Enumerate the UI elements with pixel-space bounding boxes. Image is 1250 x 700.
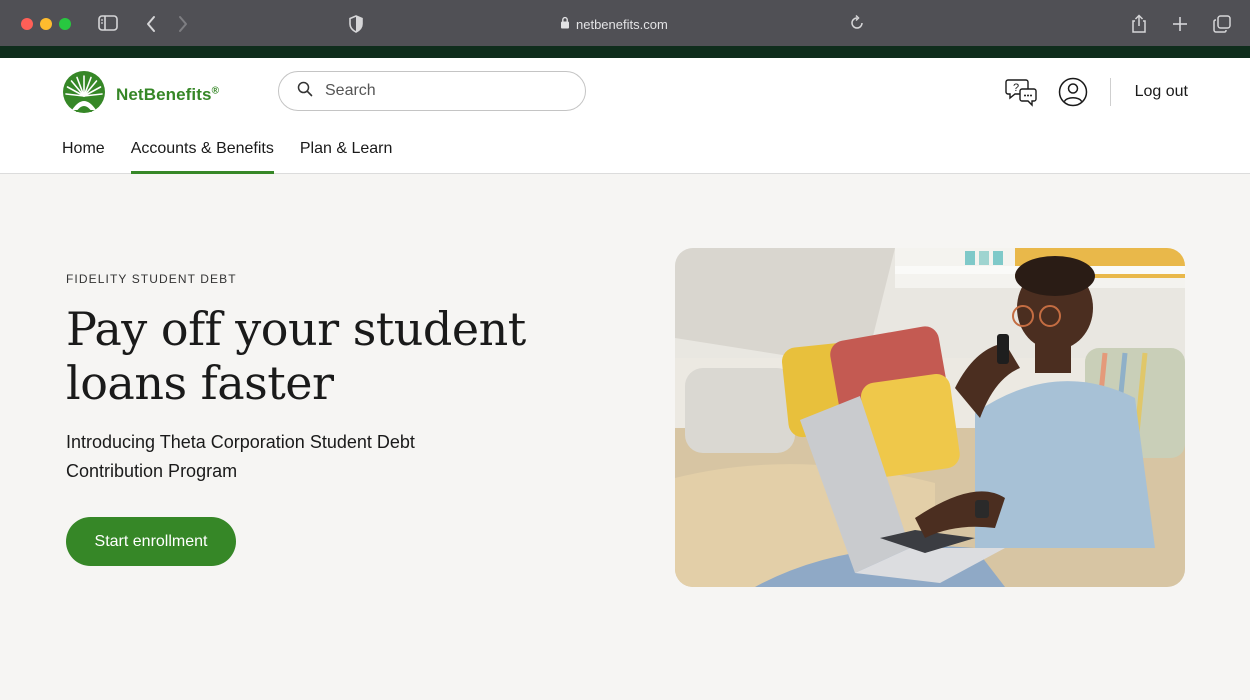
logo-wordmark: NetBenefits® [116, 84, 220, 104]
back-icon[interactable] [145, 14, 157, 34]
brand-strip [0, 46, 1250, 58]
main-nav: Home Accounts & Benefits Plan & Learn [62, 140, 392, 174]
new-tab-icon[interactable] [1172, 14, 1188, 34]
fidelity-logo-icon [62, 70, 106, 119]
sidebar-icon[interactable] [98, 14, 118, 32]
lock-icon [560, 16, 570, 32]
hero-subtext: Introducing Theta Corporation Student De… [66, 428, 466, 486]
browser-window: netbenefits.com NetBenefits® Search ? Lo… [0, 0, 1250, 700]
header-actions: ? Log out [1004, 74, 1188, 110]
close-window-button[interactable] [21, 18, 33, 30]
url-text: netbenefits.com [576, 16, 668, 32]
search-box[interactable] [278, 71, 586, 111]
address-bar[interactable]: netbenefits.com [560, 14, 668, 34]
share-icon[interactable] [1130, 14, 1148, 34]
tabs-icon[interactable] [1212, 14, 1232, 34]
search-icon [297, 81, 313, 102]
nav-plan-learn[interactable]: Plan & Learn [300, 140, 393, 174]
headline-line-1: Pay off your student [66, 302, 526, 356]
svg-text:?: ? [1013, 82, 1019, 94]
headline-line-2: loans faster [66, 356, 334, 410]
site-header: NetBenefits® ? Log out [0, 58, 1250, 174]
hero-eyebrow: FIDELITY STUDENT DEBT [66, 272, 237, 286]
nav-accounts-benefits[interactable]: Accounts & Benefits [130, 140, 275, 174]
forward-icon[interactable] [177, 14, 189, 34]
header-divider [1109, 78, 1111, 106]
profile-icon[interactable] [1056, 75, 1090, 109]
minimize-window-button[interactable] [40, 18, 52, 30]
search-input[interactable] [325, 82, 555, 100]
shield-icon[interactable] [348, 14, 364, 34]
nav-home[interactable]: Home [62, 140, 105, 174]
netbenefits-logo[interactable]: NetBenefits® [62, 70, 219, 119]
hero-photo [675, 248, 1185, 587]
subtext-line-2: Contribution Program [66, 461, 238, 481]
hero-headline: Pay off your student loans faster [66, 302, 586, 410]
logout-link[interactable]: Log out [1135, 83, 1188, 101]
zoom-window-button[interactable] [59, 18, 71, 30]
reload-icon[interactable] [849, 14, 865, 32]
chat-help-icon[interactable]: ? [1004, 75, 1038, 109]
browser-toolbar: netbenefits.com [0, 0, 1250, 48]
start-enrollment-button[interactable]: Start enrollment [66, 517, 236, 566]
subtext-line-1: Introducing Theta Corporation Student De… [66, 432, 415, 452]
